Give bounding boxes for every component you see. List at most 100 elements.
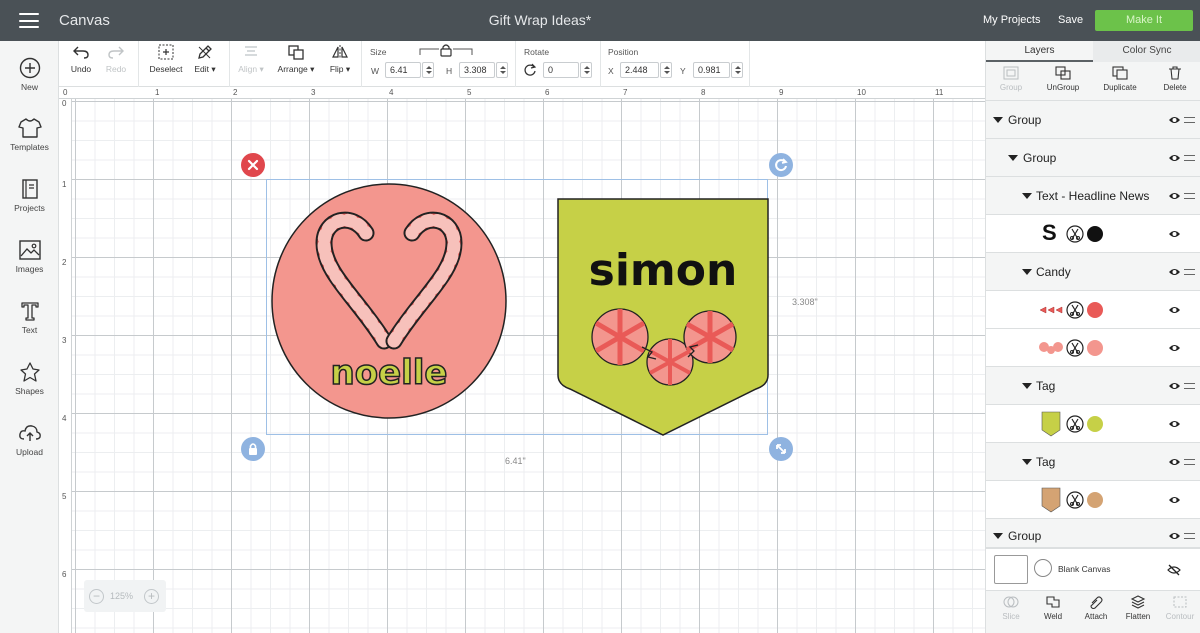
sidebar-item-upload[interactable]: Upload [0,422,59,457]
noelle-tag-design[interactable]: noelle [266,181,512,425]
layer-item-candy-pink[interactable] [986,329,1200,367]
layer-row-group[interactable]: Group [986,519,1200,548]
rotate-field[interactable]: 0 [543,62,579,78]
rotate-stepper[interactable] [580,62,592,78]
caret-down-icon[interactable] [993,533,1003,539]
eye-icon[interactable] [1168,267,1181,277]
y-stepper[interactable] [731,62,743,78]
cut-scissors-icon[interactable] [1066,301,1084,319]
redo-button[interactable]: Redo [104,44,128,74]
color-swatch[interactable] [1087,340,1103,356]
caret-down-icon[interactable] [1022,458,1032,465]
layer-item-candy-red[interactable] [986,291,1200,329]
width-field[interactable]: 6.41 [385,62,421,78]
flatten-button[interactable]: Flatten [1123,595,1153,621]
eye-icon[interactable] [1168,531,1181,541]
lock-ratio-icon[interactable] [419,43,473,57]
caret-down-icon[interactable] [993,116,1003,123]
layer-item-tag-tan[interactable] [986,481,1200,519]
layer-item-tag-green[interactable] [986,405,1200,443]
eye-icon[interactable] [1168,419,1181,429]
height-stepper[interactable] [496,62,508,78]
color-swatch[interactable] [1087,492,1103,508]
delete-button[interactable]: Delete [1160,66,1190,92]
caret-down-icon[interactable] [1022,192,1032,199]
layer-row-candy[interactable]: Candy [986,253,1200,291]
width-stepper[interactable] [422,62,434,78]
group-button[interactable]: Group [998,66,1024,92]
cut-scissors-icon[interactable] [1066,339,1084,357]
flip-dropdown[interactable]: Flip ▾ [325,44,355,75]
drag-handle-icon[interactable] [1184,154,1195,161]
cut-scissors-icon[interactable] [1066,491,1084,509]
eye-icon[interactable] [1168,229,1181,239]
eye-icon[interactable] [1168,191,1181,201]
drag-handle-icon[interactable] [1184,533,1195,539]
slice-button[interactable]: Slice [998,595,1024,621]
weld-button[interactable]: Weld [1040,595,1066,621]
ungroup-button[interactable]: UnGroup [1046,66,1080,92]
drag-handle-icon[interactable] [1184,382,1195,389]
eye-icon[interactable] [1168,343,1181,353]
make-it-button[interactable]: Make It [1095,10,1193,31]
eye-icon[interactable] [1168,115,1181,125]
zoom-in-button[interactable]: + [144,589,159,604]
cut-scissors-icon[interactable] [1066,415,1084,433]
eye-icon[interactable] [1168,381,1181,391]
eye-hidden-icon[interactable] [1167,564,1181,576]
my-projects-link[interactable]: My Projects [983,14,1040,26]
canvas-option-radio[interactable] [1034,559,1052,577]
color-swatch[interactable] [1087,416,1103,432]
height-field[interactable]: 3.308 [459,62,495,78]
eye-icon[interactable] [1168,457,1181,467]
eye-icon[interactable] [1168,153,1181,163]
eye-icon[interactable] [1168,495,1181,505]
eye-icon[interactable] [1168,305,1181,315]
design-canvas[interactable]: noelle simon 3.308" 6.41" [72,99,985,633]
save-button[interactable]: Save [1058,14,1083,26]
layer-row-tag[interactable]: Tag [986,443,1200,481]
drag-handle-icon[interactable] [1184,458,1195,465]
rotate-handle[interactable] [769,153,793,177]
align-dropdown[interactable]: Align ▾ [233,44,269,75]
color-swatch[interactable] [1087,226,1103,242]
delete-handle[interactable] [241,153,265,177]
simon-tag-design[interactable]: simon [556,197,770,437]
zoom-out-button[interactable]: − [89,589,104,604]
drag-handle-icon[interactable] [1184,192,1195,199]
sidebar-item-templates[interactable]: Templates [0,117,59,152]
canvas-color-square[interactable] [994,555,1028,584]
sidebar-item-new[interactable]: New [0,57,59,92]
layer-row-tag[interactable]: Tag [986,367,1200,405]
deselect-button[interactable]: Deselect [147,44,185,74]
arrange-dropdown[interactable]: Arrange ▾ [273,44,319,75]
sidebar-item-text[interactable]: Text [0,300,59,335]
sidebar-item-images[interactable]: Images [0,239,59,274]
contour-button[interactable]: Contour [1163,595,1197,621]
layer-row-group[interactable]: Group [986,101,1200,139]
caret-down-icon[interactable] [1008,154,1018,161]
caret-down-icon[interactable] [1022,268,1032,275]
duplicate-button[interactable]: Duplicate [1100,66,1140,92]
sidebar-item-projects[interactable]: Projects [0,178,59,213]
drag-handle-icon[interactable] [1184,268,1195,275]
undo-button[interactable]: Undo [69,44,93,74]
sidebar-item-shapes[interactable]: Shapes [0,361,59,396]
blank-canvas-row[interactable]: Blank Canvas [986,548,1200,590]
layer-item-text-s[interactable]: S [986,215,1200,253]
edit-dropdown[interactable]: Edit ▾ [189,44,221,75]
caret-down-icon[interactable] [1022,382,1032,389]
resize-handle[interactable] [769,437,793,461]
x-stepper[interactable] [660,62,672,78]
x-position-field[interactable]: 2.448 [620,62,659,78]
layer-row-group[interactable]: Group [986,139,1200,177]
lock-handle[interactable] [241,437,265,461]
drag-handle-icon[interactable] [1184,116,1195,123]
tab-layers[interactable]: Layers [986,41,1093,62]
y-position-field[interactable]: 0.981 [693,62,730,78]
color-swatch[interactable] [1087,302,1103,318]
attach-button[interactable]: Attach [1082,595,1110,621]
tab-color-sync[interactable]: Color Sync [1093,41,1200,62]
layer-row-text[interactable]: Text - Headline News [986,177,1200,215]
cut-scissors-icon[interactable] [1066,225,1084,243]
